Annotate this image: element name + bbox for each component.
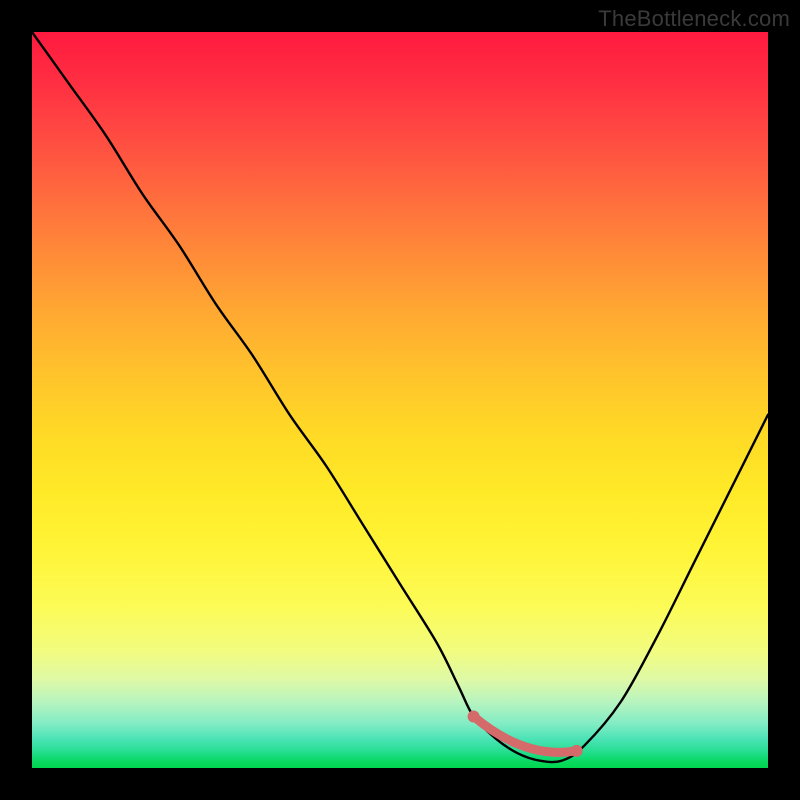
flat-region-dot-right	[571, 745, 583, 757]
bottleneck-curve-path	[32, 32, 768, 762]
chart-frame: TheBottleneck.com	[0, 0, 800, 800]
chart-svg	[32, 32, 768, 768]
flat-region-dot-left	[468, 710, 480, 722]
watermark-text: TheBottleneck.com	[598, 6, 790, 32]
plot-area	[32, 32, 768, 768]
